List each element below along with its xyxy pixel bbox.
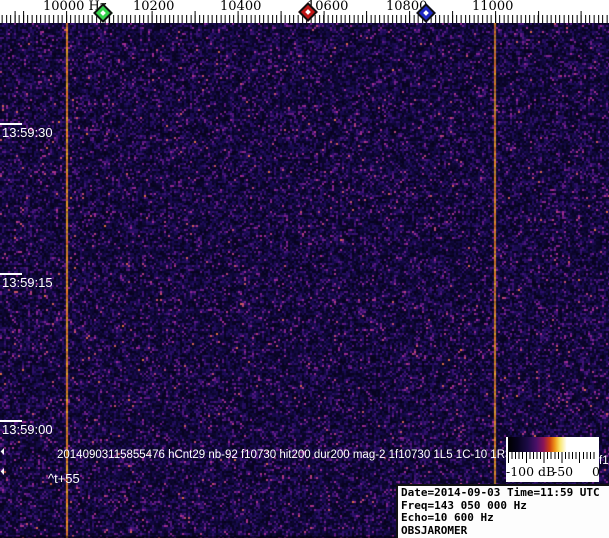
event-annotation-tail: f1: [599, 455, 609, 467]
colorbar-major-ticks: [508, 452, 597, 463]
info-date-time: Date=2014-09-03 Time=11:59 UTC: [401, 486, 600, 499]
info-echo: Echo=10 600 Hz: [401, 511, 494, 525]
time-label: 13:59:30: [2, 125, 53, 140]
colorbar-gradient: [508, 437, 597, 452]
spectrogram-app-window: 10000 Hz 10200 10400 10600 10800 11000 1…: [0, 0, 609, 538]
marker-center-dot: [100, 10, 106, 16]
info-station: OBSJAROMER: [401, 523, 468, 537]
time-label: 13:59:00: [2, 422, 53, 437]
marker-center-dot: [423, 10, 429, 16]
time-offset-marker: ^t+55: [48, 471, 80, 486]
time-label: 13:59:15: [2, 275, 53, 290]
observation-info-box: Date=2014-09-03 Time=11:59 UTC Freq=143 …: [396, 484, 609, 538]
event-annotation-text: 20140903115855476 hCnt29 nb-92 f10730 hi…: [57, 449, 535, 461]
intensity-colorbar: -100 dB -50 0: [506, 437, 600, 482]
colorbar-label-mid: -50: [553, 464, 574, 479]
marker-center-dot: [305, 9, 311, 15]
colorbar-label-min: -100 dB: [506, 464, 556, 479]
